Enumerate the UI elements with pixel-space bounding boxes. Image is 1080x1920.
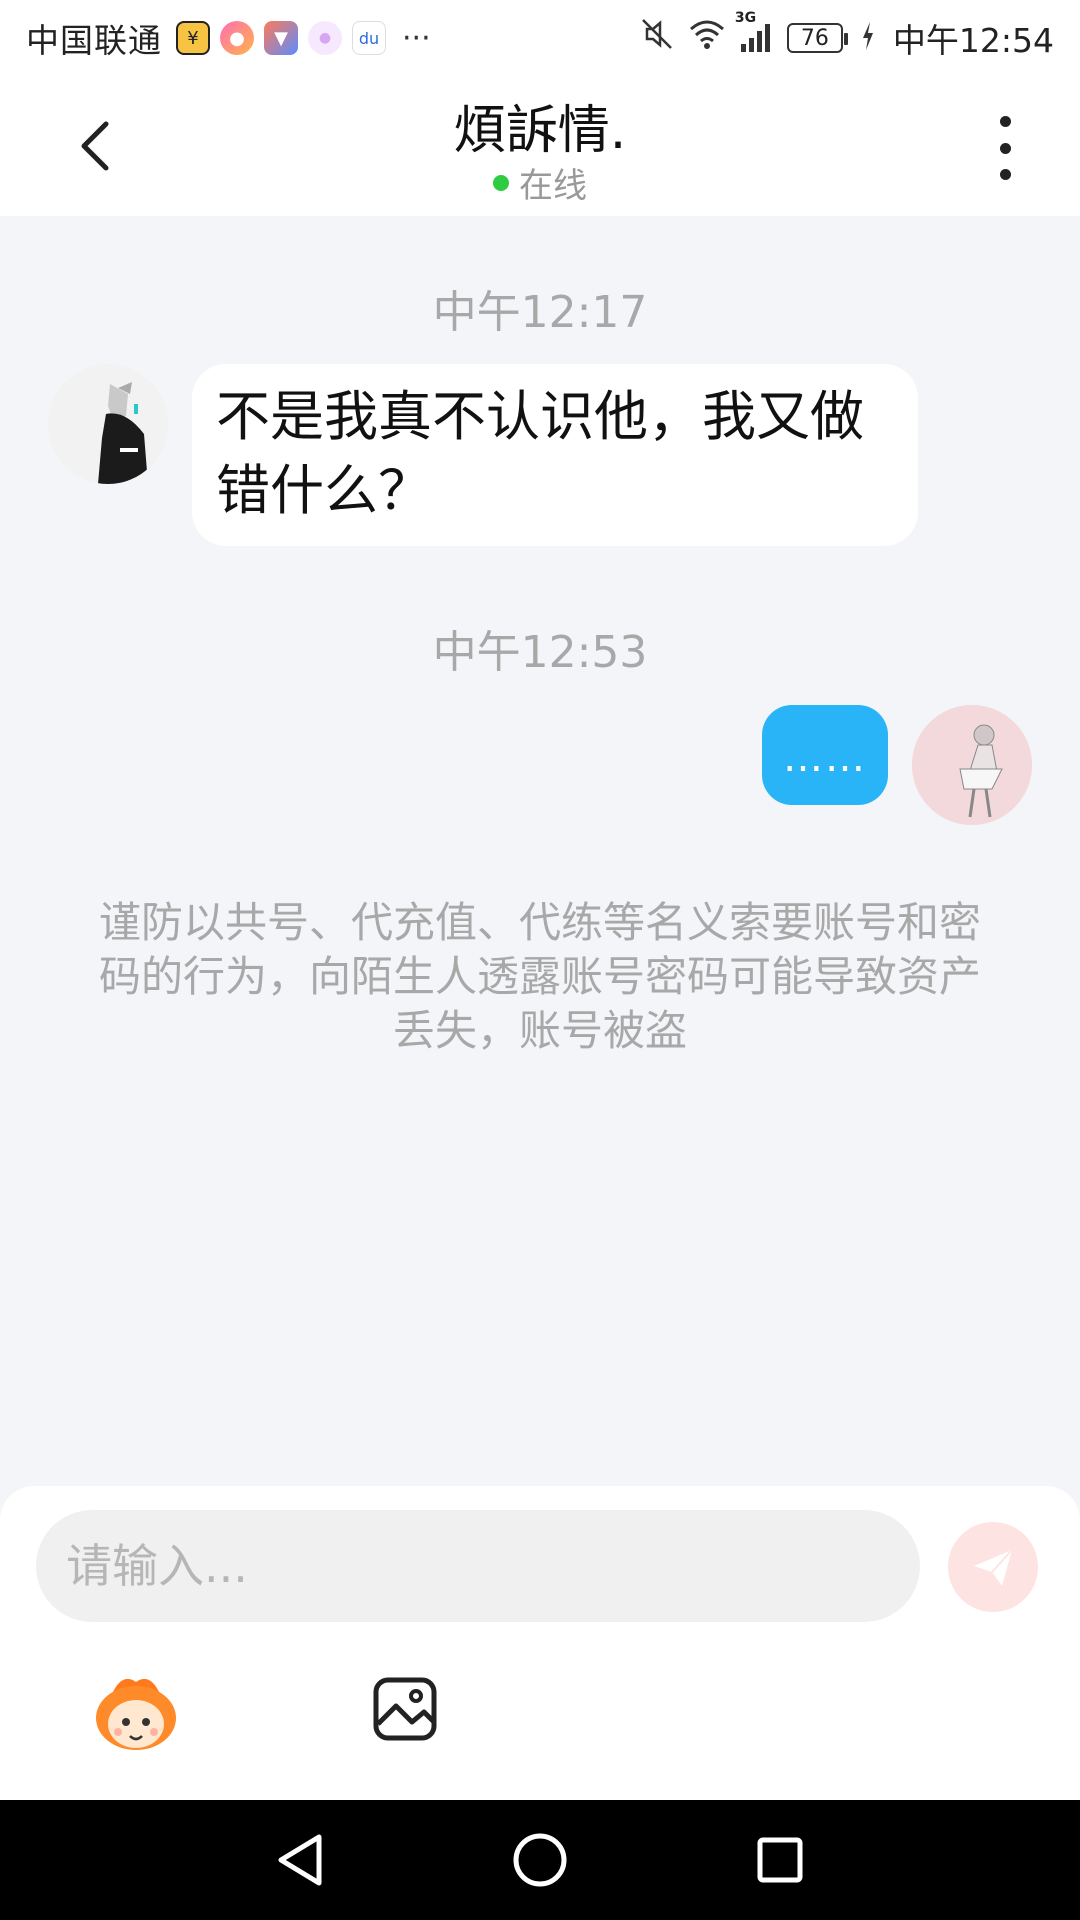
cat-app-icon: ● [308,21,342,55]
status-left: 中国联通 ¥ ● ▼ ● du ··· [26,14,431,62]
image-button[interactable] [372,1676,438,1742]
chat-header: 煩訴情. 在线 [0,76,1080,216]
carrier-name: 中国联通 [26,21,162,60]
outgoing-message-bubble[interactable]: …… [762,705,888,805]
battery-indicator: 76 [786,23,848,53]
page-title: 煩訴情. [453,101,627,161]
triangle-back-icon [278,1834,322,1886]
more-notifications: ··· [402,20,431,56]
circle-home-icon [513,1833,567,1887]
status-time: 中午12:54 [892,21,1054,60]
wifi-icon [687,17,727,59]
emoji-button[interactable] [92,1672,180,1754]
dot [999,116,1011,127]
square-recents-icon [757,1837,803,1883]
coin-app-icon: ¥ [176,21,210,55]
chat-area[interactable]: 中午12:17 不是我真不认识他，我又做错什么？ 中午12:53 …… 谨防以共… [0,216,1080,1486]
nav-recents-button[interactable] [750,1830,810,1890]
online-status-label: 在线 [519,166,587,206]
contact-avatar[interactable] [48,364,168,484]
dot [999,169,1011,180]
status-right: 3G 76 中午12:54 [639,10,1054,62]
candy-app-icon: ● [220,21,254,55]
nav-back-button[interactable] [270,1830,330,1890]
security-notice: 谨防以共号、代充值、代练等名义索要账号和密码的行为，向陌生人透露账号密码可能导致… [98,898,981,1055]
dot [999,142,1011,154]
charging-icon [861,19,875,58]
send-button[interactable] [948,1522,1038,1612]
flag-app-icon: ▼ [264,21,298,55]
my-avatar[interactable] [912,705,1032,825]
online-status: 在线 [0,158,1080,207]
online-dot-icon [493,174,509,191]
network-type: 3G [734,10,757,26]
message-timestamp: 中午12:53 [432,627,648,678]
emoji-mascot-icon [96,1678,176,1750]
message-timestamp: 中午12:17 [432,287,648,338]
message-input[interactable] [36,1510,920,1622]
signal-icon: 3G [735,10,775,54]
mute-icon [639,16,675,60]
input-panel [0,1486,1080,1800]
image-icon [373,1677,437,1741]
incoming-message-bubble[interactable]: 不是我真不认识他，我又做错什么？ [192,364,918,546]
more-options-button[interactable] [990,116,1020,180]
nav-home-button[interactable] [510,1830,570,1890]
system-nav-bar [0,1800,1080,1920]
status-bar: 中国联通 ¥ ● ▼ ● du ··· 3G 76 中午12:54 [0,0,1080,76]
send-icon [974,1549,1013,1586]
baidu-app-icon: du [352,21,386,55]
